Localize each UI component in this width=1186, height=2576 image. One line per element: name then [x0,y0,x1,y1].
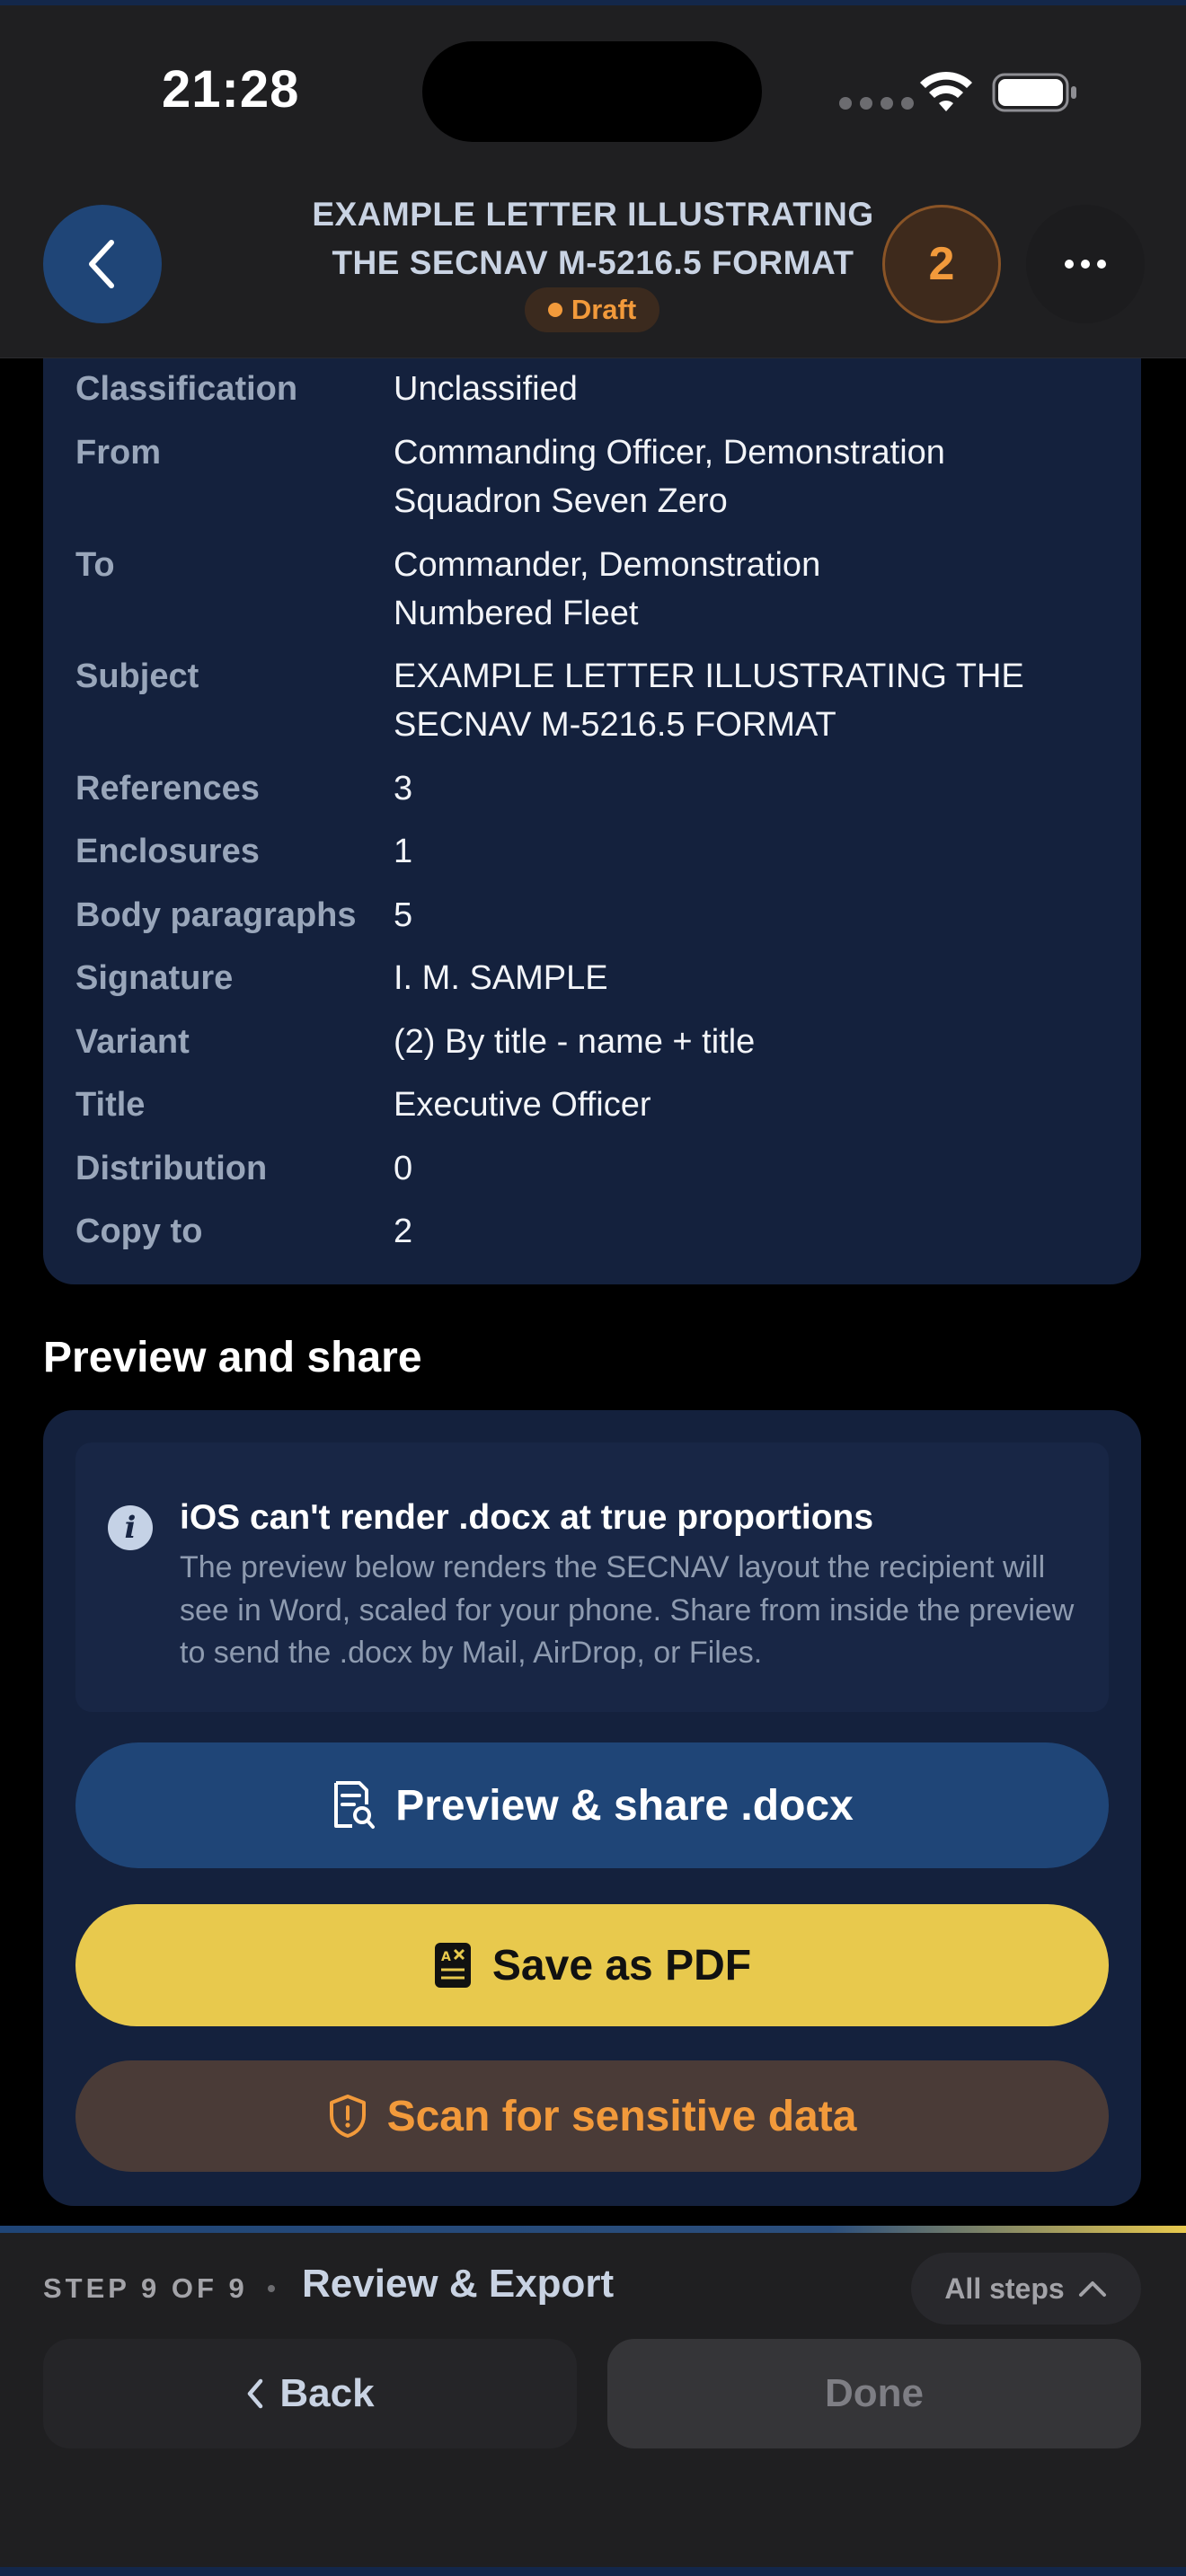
summary-value-line1: Commander, Demonstration [394,546,821,584]
cellular-signal-icon [839,97,914,110]
svg-text:A: A [441,1950,451,1964]
save-as-pdf-label: Save as PDF [491,1941,752,1989]
summary-label: Variant [75,1023,190,1061]
dynamic-island [422,41,762,142]
status-badge-label: Draft [571,294,637,325]
summary-value: EXAMPLE LETTER ILLUSTRATING THE SECNAV M… [394,652,1103,749]
chevron-left-icon [248,2378,263,2409]
pdf-document-icon: A [434,1943,471,1988]
summary-label: Distribution [75,1150,268,1187]
header-back-button[interactable] [43,205,162,323]
top-bar: 21:28 EXAMPLE LETTER ILLUSTRATING THE SE… [0,0,1186,358]
battery-icon [992,73,1076,112]
summary-label: References [75,770,260,807]
ellipsis-icon [1065,260,1074,269]
scan-sensitive-data-button[interactable]: Scan for sensitive data [75,2060,1109,2172]
summary-label: Classification [75,370,298,408]
shield-exclamation-icon [329,2095,366,2138]
step-counter: STEP 9 OF 9 [43,2272,248,2304]
wizard-footer: STEP 9 OF 9 Review & Export All steps Ba… [0,2226,1186,2576]
summary-value: (2) By title - name + title [394,1023,756,1061]
document-title: EXAMPLE LETTER ILLUSTRATING THE SECNAV M… [288,190,898,287]
step-name: Review & Export [302,2262,615,2306]
step-progress-bar [0,2226,1186,2233]
summary-label: From [75,434,161,472]
scan-sensitive-data-label: Scan for sensitive data [386,2092,857,2140]
bottom-edge [0,2567,1186,2576]
wifi-icon [920,71,972,111]
summary-value-line2: Numbered Fleet [394,595,639,632]
summary-value-line1: EXAMPLE LETTER ILLUSTRATING THE [394,657,1024,695]
summary-label: Signature [75,959,234,997]
summary-label: Title [75,1086,146,1124]
all-steps-label: All steps [944,2272,1065,2305]
summary-value: Commanding Officer, Demonstration Squadr… [394,428,1103,525]
summary-value: 0 [394,1150,413,1187]
more-options-button[interactable] [1026,205,1145,323]
summary-label: Copy to [75,1213,203,1250]
summary-value-line1: Commanding Officer, Demonstration [394,434,945,472]
document-title-line1: EXAMPLE LETTER ILLUSTRATING [312,196,874,233]
summary-value-line2: Squadron Seven Zero [394,482,728,520]
summary-value: 1 [394,833,413,870]
preview-share-docx-label: Preview & share .docx [395,1781,854,1830]
summary-label: To [75,546,115,584]
summary-value: Executive Officer [394,1086,651,1124]
separator-dot [268,2285,275,2292]
done-button[interactable]: Done [607,2339,1141,2448]
summary-label: Subject [75,657,199,695]
document-title-line2: THE SECNAV M-5216.5 FORMAT [332,244,854,281]
summary-value: I. M. SAMPLE [394,959,608,997]
all-steps-button[interactable]: All steps [911,2253,1141,2325]
summary-value-line2: SECNAV M-5216.5 FORMAT [394,706,836,744]
preview-section-heading: Preview and share [43,1334,422,1381]
status-time: 21:28 [162,60,300,119]
notice-body: The preview below renders the SECNAV lay… [180,1550,1075,1670]
summary-value: Unclassified [394,370,578,408]
preview-share-docx-button[interactable]: Preview & share .docx [75,1742,1109,1868]
document-search-icon [334,1781,376,1829]
preview-share-card: i iOS can't render .docx at true proport… [43,1410,1141,2206]
save-as-pdf-button[interactable]: A Save as PDF [75,1904,1109,2026]
summary-label: Body paragraphs [75,896,357,934]
summary-value: 3 [394,770,413,807]
back-button-label: Back [279,2371,375,2415]
ios-render-notice: i iOS can't render .docx at true proport… [75,1442,1109,1712]
letter-summary-card: Classification Unclassified From Command… [43,341,1141,1284]
summary-label: Enclosures [75,833,260,870]
summary-value: 2 [394,1213,413,1250]
status-dot-icon [547,303,562,317]
summary-value: Commander, Demonstration Numbered Fleet [394,541,1103,638]
chevron-left-icon [89,240,114,288]
notice-title: iOS can't render .docx at true proportio… [180,1498,874,1537]
summary-value: 5 [394,896,413,934]
back-button[interactable]: Back [43,2339,577,2448]
chevron-up-icon [1078,2281,1106,2297]
status-badge: Draft [525,287,659,332]
info-icon: i [108,1505,153,1550]
issues-count-button[interactable]: 2 [882,205,1001,323]
